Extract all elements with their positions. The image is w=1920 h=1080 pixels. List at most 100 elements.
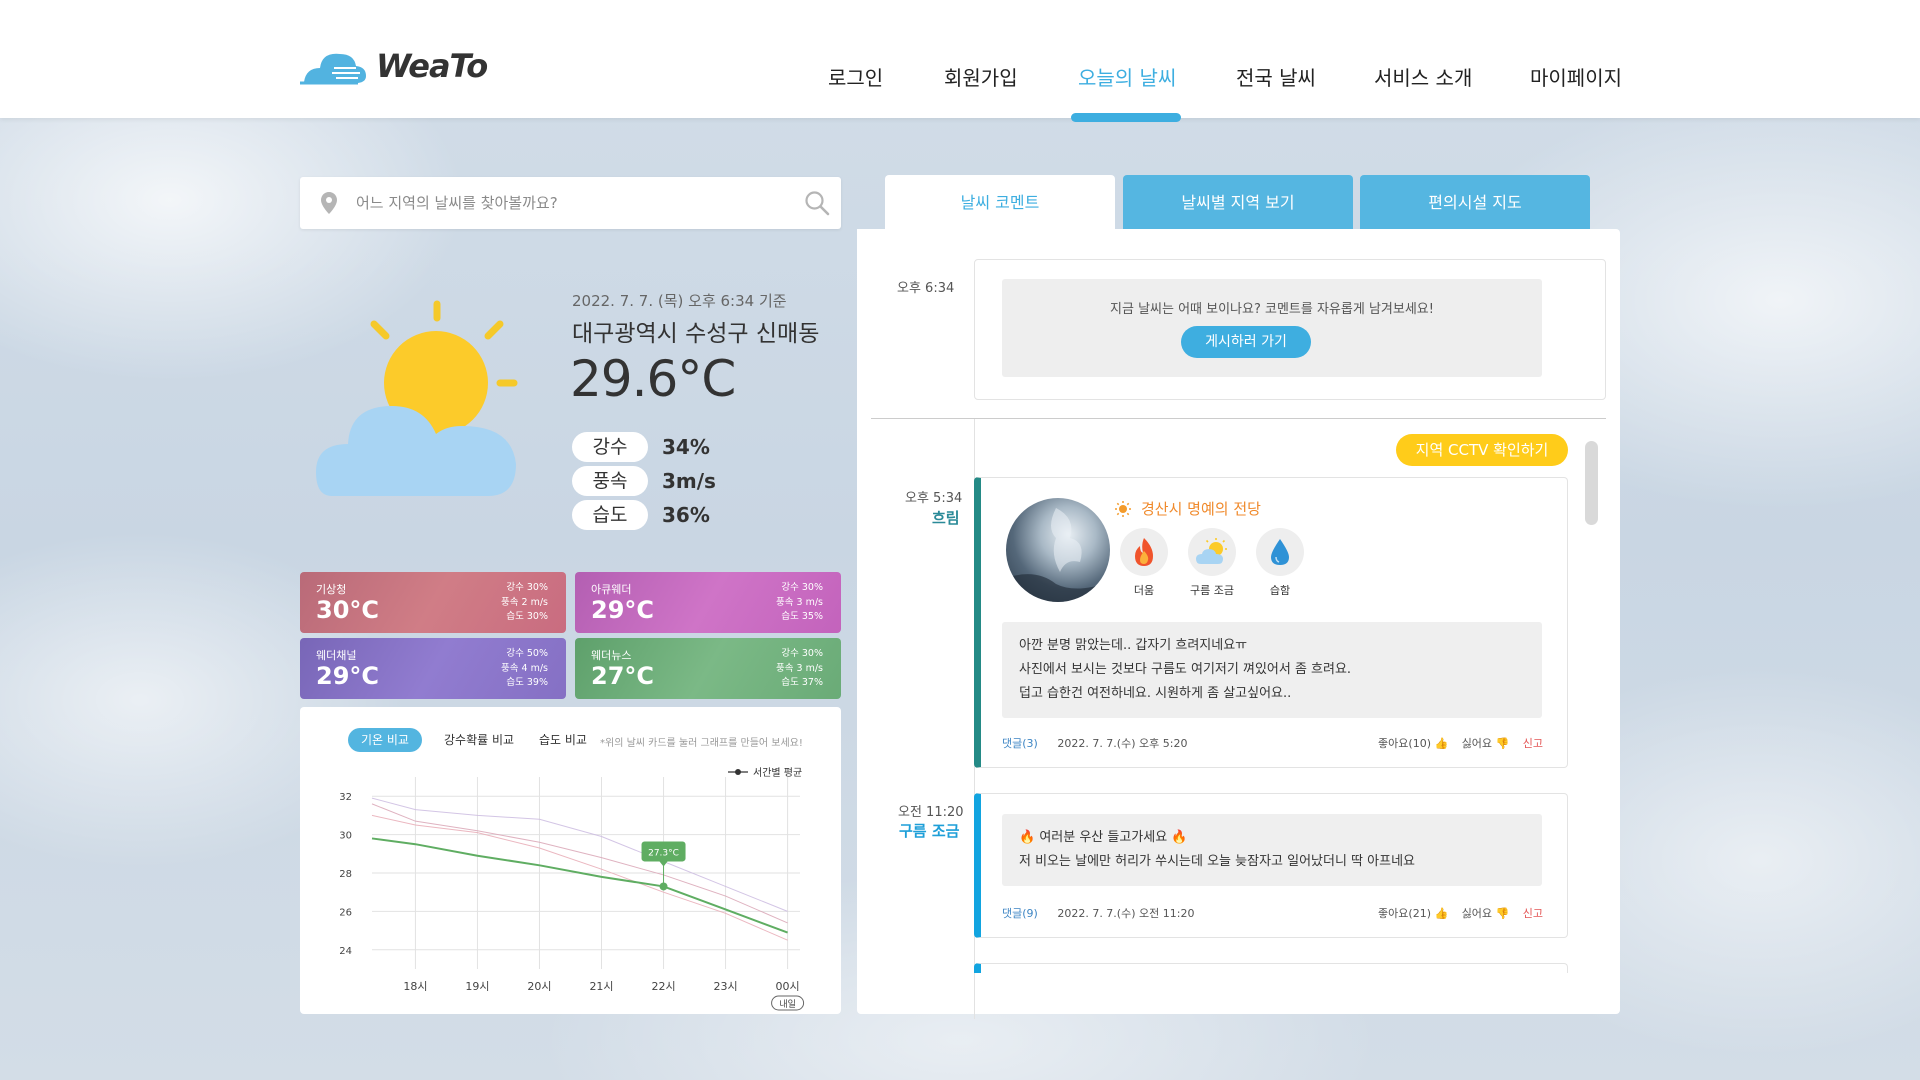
y-tick-label: 28: [339, 869, 352, 880]
source-temperature: 30°C: [316, 596, 380, 624]
nav-today-weather[interactable]: 오늘의 날씨: [1078, 62, 1176, 91]
source-rain: 강수 50%: [506, 648, 548, 659]
comparison-chart-panel: 기온 비교 강수확률 비교 습도 비교 *위의 날씨 카드를 눌러 그래프를 만…: [300, 707, 841, 1014]
main-nav: 로그인 회원가입 오늘의 날씨 전국 날씨 서비스 소개 마이페이지: [0, 62, 1920, 102]
stat-precipitation: 강수 34%: [572, 432, 710, 462]
scroll-thumb[interactable]: [1585, 441, 1598, 525]
comment-post: 경산시 명예의 전당 더움 구름 조금 습함 아깐 분명 맑았는데.. 갑자기 …: [974, 477, 1568, 768]
like-button[interactable]: 좋아요(21) 👍: [1378, 907, 1448, 920]
location-pin-icon: [321, 192, 337, 214]
post-text-line: 저 비오는 날에만 허리가 쑤시는데 오늘 늦잠자고 일어났더니 딱 아프네요: [1019, 854, 1415, 869]
source-humidity: 습도 30%: [506, 611, 548, 622]
source-name: 웨더뉴스: [591, 649, 632, 662]
post-body: 아깐 분명 맑았는데.. 갑자기 흐려지네요ㅠ 사진에서 보시는 것보다 구름도…: [1002, 622, 1542, 718]
source-card-weathernews[interactable]: 웨더뉴스 27°C 강수 30% 풍속 3 m/s 습도 37%: [575, 638, 841, 699]
post-text-line: 아깐 분명 맑았는데.. 갑자기 흐려지네요ㅠ: [1019, 638, 1248, 653]
comment-panel: 오후 6:34 지금 날씨는 어때 보이나요? 코멘트를 자유롭게 남겨보세요!…: [857, 229, 1620, 1019]
tab-facility-map[interactable]: 편의시설 지도: [1360, 175, 1590, 230]
prompt-time: 오후 6:34: [897, 281, 955, 296]
post-text-line: 🔥 여러분 우산 들고가세요 🔥: [1019, 830, 1188, 845]
source-stats: 강수 30% 풍속 3 m/s 습도 37%: [776, 647, 823, 691]
post-photo[interactable]: [1006, 498, 1110, 602]
tag-label: 더움: [1133, 584, 1155, 597]
dislike-button[interactable]: 싫어요 👎: [1462, 907, 1510, 920]
source-stats: 강수 30% 풍속 2 m/s 습도 30%: [501, 581, 548, 625]
source-rain: 강수 30%: [781, 648, 823, 659]
post-date: 2022. 7. 7.(수) 오전 11:20: [1057, 907, 1195, 920]
tag-hot: 더움: [1120, 528, 1168, 598]
source-humidity: 습도 35%: [781, 611, 823, 622]
fire-icon: [1135, 538, 1153, 566]
source-stats: 강수 50% 풍속 4 m/s 습도 39%: [501, 647, 548, 691]
nav-service-intro[interactable]: 서비스 소개: [1374, 62, 1472, 91]
comment-prompt: 지금 날씨는 어때 보이나요? 코멘트를 자유롭게 남겨보세요! 게시하러 가기: [974, 259, 1606, 400]
post-text-line: 사진에서 보시는 것보다 구름도 여기저기 껴있어서 좀 흐려요.: [1019, 662, 1352, 677]
cctv-button[interactable]: 지역 CCTV 확인하기: [1396, 434, 1568, 466]
source-humidity: 습도 39%: [506, 677, 548, 688]
stat-label: 풍속: [572, 466, 648, 496]
post-location-text: 경산시 명예의 전당: [1141, 500, 1261, 518]
source-card-weatherchannel[interactable]: 웨더채널 29°C 강수 50% 풍속 4 m/s 습도 39%: [300, 638, 566, 699]
nav-signup[interactable]: 회원가입: [944, 62, 1018, 91]
x-tick-label: 00시: [776, 980, 800, 993]
stat-label: 강수: [572, 432, 648, 462]
post-text-line: 덥고 습한건 여전하네요. 시원하게 좀 살고싶어요..: [1019, 686, 1292, 701]
x-tick-label: 19시: [465, 980, 489, 993]
nav-mypage[interactable]: 마이페이지: [1530, 62, 1622, 91]
x-tick-label: 23시: [714, 980, 738, 993]
go-post-button[interactable]: 게시하러 가기: [1181, 326, 1311, 358]
highlight-label: 27.3°C: [648, 848, 679, 858]
search-icon[interactable]: [804, 190, 830, 216]
top-header: WeaTo 로그인 회원가입 오늘의 날씨 전국 날씨 서비스 소개 마이페이지: [0, 0, 1920, 122]
location-search: [300, 177, 841, 229]
highlight-point: [659, 882, 668, 891]
tag-label: 구름 조금: [1190, 584, 1234, 597]
source-rain: 강수 30%: [506, 582, 548, 593]
tab-region-by-weather[interactable]: 날씨별 지역 보기: [1123, 175, 1353, 230]
post-time: 오전 11:20: [898, 805, 964, 820]
comment-post: 🔥 여러분 우산 들고가세요 🔥 저 비오는 날에만 허리가 쑤시는데 오늘 늦…: [974, 793, 1568, 938]
temperature-line-chart: 24 26 28 30 32 18시 19시 20시 21시 22시 23시 00시내일 27.3°C 서…: [339, 767, 805, 1011]
x-tick-label: 18시: [403, 980, 427, 993]
x-tick-label: 20시: [527, 980, 551, 993]
search-input[interactable]: [356, 177, 776, 229]
report-button[interactable]: 신고: [1523, 907, 1543, 920]
sun-icon: [1115, 500, 1131, 517]
dislike-button[interactable]: 싫어요 👎: [1462, 737, 1510, 750]
legend-marker: [735, 769, 741, 775]
post-actions: 좋아요(10) 👍 싫어요 👎 신고: [1368, 735, 1543, 751]
source-temperature: 27°C: [591, 662, 655, 690]
report-button[interactable]: 신고: [1523, 737, 1543, 750]
current-location: 대구광역시 수성구 신매동: [572, 321, 820, 347]
tag-partly-cloudy: 구름 조금: [1188, 528, 1236, 598]
tag-label: 습함: [1269, 584, 1291, 597]
prompt-inner: 지금 날씨는 어때 보이나요? 코멘트를 자유롭게 남겨보세요! 게시하러 가기: [1002, 279, 1542, 377]
post-meta: 댓글(9) 2022. 7. 7.(수) 오전 11:20: [1002, 905, 1194, 921]
scrollbar[interactable]: [1585, 441, 1598, 1031]
source-card-kma[interactable]: 기상청 30°C 강수 30% 풍속 2 m/s 습도 30%: [300, 572, 566, 633]
like-button[interactable]: 좋아요(10) 👍: [1378, 737, 1448, 750]
post-meta: 댓글(3) 2022. 7. 7.(수) 오후 5:20: [1002, 735, 1187, 751]
comment-post-next: [974, 963, 1568, 973]
stat-wind: 풍속 3m/s: [572, 466, 716, 496]
stat-humidity: 습도 36%: [572, 500, 710, 530]
comments-link[interactable]: 댓글(3): [1002, 737, 1038, 750]
water-drop-icon: [1271, 539, 1289, 565]
post-location: 경산시 명예의 전당: [1115, 498, 1261, 519]
partly-cloudy-icon: [1196, 538, 1227, 564]
source-wind: 풍속 4 m/s: [501, 662, 548, 674]
comments-link[interactable]: 댓글(9): [1002, 907, 1038, 920]
post-weather: 구름 조금: [899, 822, 960, 840]
tomorrow-label: 내일: [779, 999, 796, 1010]
tag-humid: 습함: [1256, 528, 1304, 598]
tab-weather-comment[interactable]: 날씨 코멘트: [885, 175, 1115, 230]
legend-label: 서간별 평균: [753, 767, 802, 779]
nav-login[interactable]: 로그인: [828, 62, 883, 91]
post-actions: 좋아요(21) 👍 싫어요 👎 신고: [1368, 905, 1543, 921]
y-tick-label: 32: [339, 792, 352, 803]
stat-label: 습도: [572, 500, 648, 530]
source-card-accuweather[interactable]: 아큐웨더 29°C 강수 30% 풍속 3 m/s 습도 35%: [575, 572, 841, 633]
nav-national-weather[interactable]: 전국 날씨: [1236, 62, 1316, 91]
x-tick-label: 21시: [589, 980, 613, 993]
prompt-text: 지금 날씨는 어때 보이나요? 코멘트를 자유롭게 남겨보세요!: [1110, 302, 1434, 317]
